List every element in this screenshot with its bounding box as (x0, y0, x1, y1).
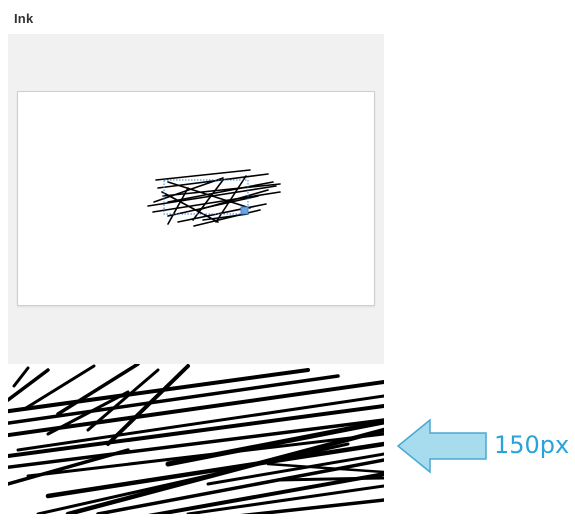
ink-zoom-drawing (8, 364, 384, 514)
zoom-strokes (8, 364, 384, 514)
ink-preview-area (8, 34, 384, 364)
ink-zoom-strip (8, 364, 384, 514)
height-measure-label: 150px (494, 431, 570, 459)
section-title: Ink (14, 11, 34, 26)
ink-canvas[interactable] (17, 91, 375, 306)
arrow-left-icon (396, 418, 487, 474)
ink-drawing (147, 169, 281, 227)
resize-handle (240, 206, 249, 215)
ink-strokes (147, 169, 281, 227)
